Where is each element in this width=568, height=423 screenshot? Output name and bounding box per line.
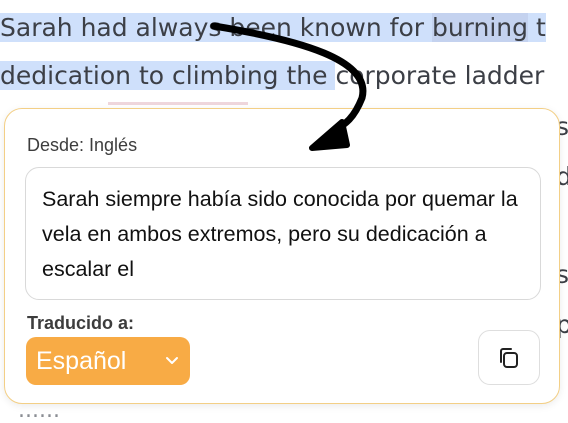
- document-line-2: dedication to climbing the corporate lad…: [0, 53, 544, 99]
- document-line-1: Sarah had always been known for burning …: [0, 5, 546, 51]
- doc-text-1d: t: [528, 13, 546, 42]
- doc-text-1c: burning: [431, 13, 529, 42]
- target-language-label: Traducido a:: [27, 313, 135, 333]
- translation-output-box[interactable]: Sarah siempre había sido conocida por qu…: [25, 167, 541, 300]
- copy-button[interactable]: [478, 330, 540, 385]
- translation-text: Sarah siempre había sido conocida por qu…: [42, 187, 518, 281]
- chevron-down-icon: [166, 357, 178, 364]
- spellcheck-underline: [108, 102, 248, 105]
- selected-language: Español: [36, 346, 127, 375]
- translation-popup: Desde: Inglés Sarah siempre había sido c…: [4, 108, 560, 404]
- copy-icon: [500, 347, 518, 368]
- target-language-select[interactable]: Español: [26, 337, 190, 385]
- source-language-label: Desde: Inglés: [27, 135, 138, 155]
- doc-text-2a: dedication to climbing the: [0, 61, 336, 90]
- doc-text-1b: s been known for: [208, 13, 432, 42]
- doc-text-1a: Sarah had alway: [0, 13, 209, 42]
- doc-text-2b: corporate ladder: [335, 61, 545, 90]
